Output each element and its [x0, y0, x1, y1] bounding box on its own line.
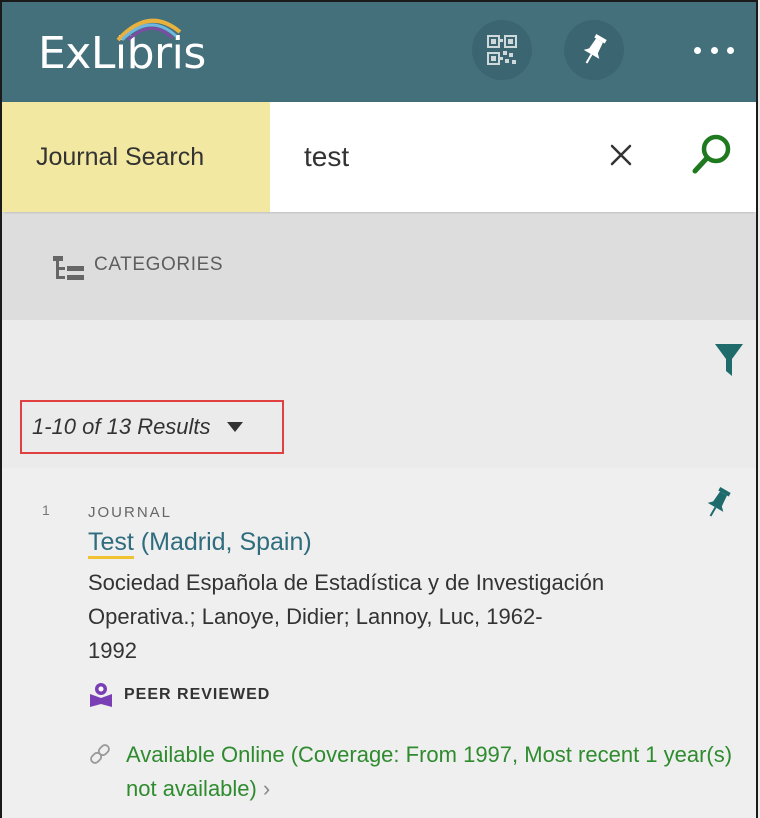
close-icon	[610, 144, 632, 166]
results-count-dropdown[interactable]: 1-10 of 13 Results	[20, 400, 284, 454]
peer-reviewed-label: PEER REVIEWED	[124, 686, 271, 703]
result-title-rest: (Madrid, Spain)	[133, 528, 312, 556]
result-type: JOURNAL	[88, 504, 173, 521]
result-authors-text: Sociedad Española de Estadística y de In…	[88, 570, 605, 629]
peer-reviewed-badge: PEER REVIEWED	[88, 682, 270, 708]
link-icon	[90, 744, 110, 764]
search-scope-label: Journal Search	[36, 142, 205, 171]
search-submit-button[interactable]	[688, 130, 736, 178]
filter-icon[interactable]	[714, 342, 744, 378]
search-input[interactable]	[304, 132, 584, 182]
results-count-label: 1-10 of 13 Results	[32, 414, 211, 439]
pinned-items-button[interactable]	[564, 20, 624, 80]
categories-bar[interactable]: CATEGORIES	[2, 214, 756, 320]
availability-label: Available Online (Coverage: From 1997, M…	[126, 742, 733, 801]
availability-link[interactable]: Available Online (Coverage: From 1997, M…	[88, 738, 748, 806]
result-authors: Sociedad Española de Estadística y de In…	[88, 566, 708, 668]
chevron-down-icon	[226, 422, 243, 432]
result-index: 1	[42, 502, 50, 518]
result-year: 1992	[88, 638, 137, 663]
qr-code-button[interactable]	[472, 20, 532, 80]
app-frame: ExLibris Journal Search test CATEGORIES …	[0, 0, 758, 818]
qr-code-icon	[487, 35, 517, 65]
search-scope-selector[interactable]: Journal Search	[2, 102, 270, 212]
search-bar: Journal Search	[2, 102, 756, 212]
search-icon	[692, 134, 731, 174]
clear-search-button[interactable]	[606, 140, 636, 170]
categories-label: CATEGORIES	[94, 254, 224, 275]
categories-tree-icon	[53, 256, 84, 280]
chevron-right-icon: ›	[262, 776, 271, 801]
result-item[interactable]: 1 JOURNAL Test (Madrid, Spain) Sociedad …	[2, 468, 756, 818]
pushpin-icon[interactable]	[702, 486, 734, 520]
more-dots-icon[interactable]	[694, 40, 734, 60]
peer-reviewed-icon	[90, 683, 112, 707]
result-title-link[interactable]: Test (Madrid, Spain)	[88, 528, 312, 559]
logo-arc-icon	[116, 18, 182, 42]
top-header: ExLibris	[2, 2, 756, 102]
result-title-highlight: Test	[88, 528, 134, 559]
availability-text: Available Online (Coverage: From 1997, M…	[126, 738, 748, 806]
pushpin-icon	[583, 34, 607, 64]
